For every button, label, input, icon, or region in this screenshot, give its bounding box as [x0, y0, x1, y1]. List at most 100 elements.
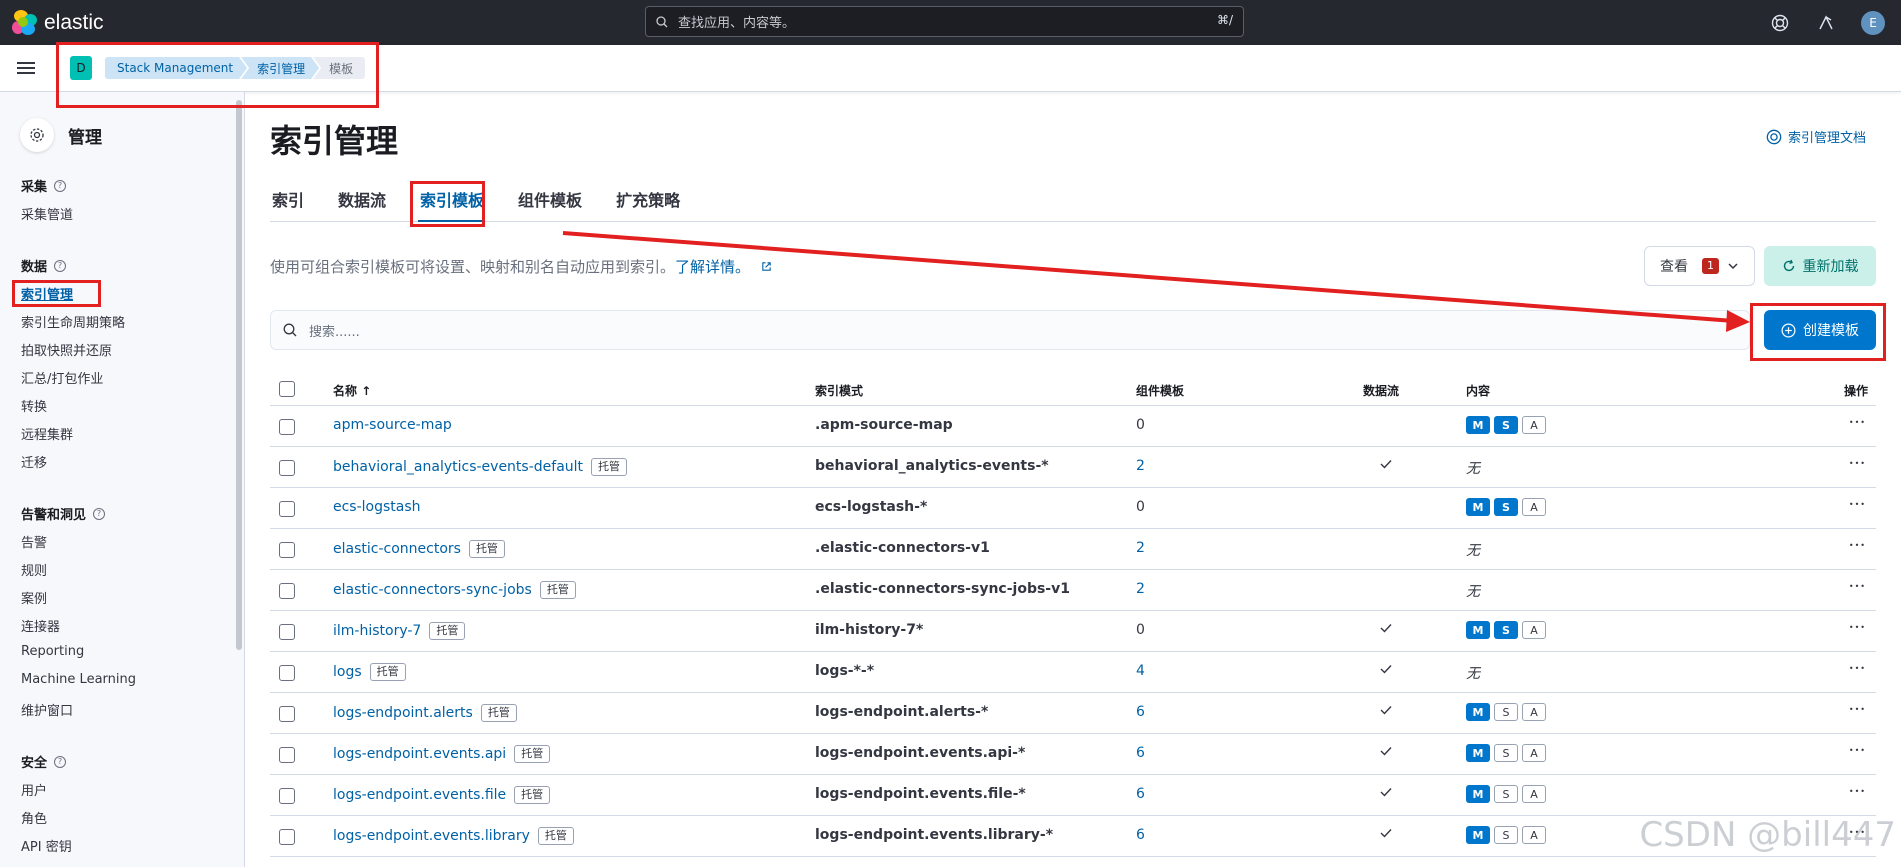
help-icon	[1766, 129, 1782, 144]
tab-component-templates[interactable]: 组件模板	[516, 184, 582, 222]
component-count[interactable]: 4	[1136, 663, 1145, 679]
table-row[interactable]: ecs-logstash ecs-logstash-* 0 M S A •••	[270, 488, 1876, 529]
template-name-link[interactable]: apm-source-map	[333, 417, 452, 433]
view-filter-button[interactable]: 查看 1	[1644, 246, 1755, 286]
template-name-link[interactable]: logs-endpoint.events.file	[333, 787, 506, 803]
index-pattern-cell: .apm-source-map	[815, 417, 953, 433]
question-icon[interactable]: ?	[93, 507, 106, 520]
component-count[interactable]: 2	[1136, 458, 1145, 474]
row-actions-icon[interactable]: •••	[1849, 664, 1866, 673]
tab-data-streams[interactable]: 数据流	[336, 184, 386, 222]
row-actions-icon[interactable]: •••	[1849, 500, 1866, 509]
select-all-checkbox[interactable]	[279, 381, 295, 397]
index-pattern-cell: logs-endpoint.events.api-*	[815, 745, 1026, 761]
row-checkbox[interactable]	[279, 419, 295, 435]
table-row[interactable]: logs-endpoint.alerts 托管 logs-endpoint.aler…	[270, 693, 1876, 734]
row-checkbox[interactable]	[279, 788, 295, 804]
docs-link[interactable]: 索引管理文档	[1766, 127, 1866, 146]
tab-indices[interactable]: 索引	[270, 184, 304, 222]
content-none: 无	[1466, 666, 1480, 682]
sidebar-item[interactable]: 迁移	[21, 452, 47, 471]
question-icon[interactable]: ?	[54, 259, 67, 272]
global-search-input[interactable]: 查找应用、内容等。 ⌘/	[645, 6, 1244, 37]
component-count[interactable]: 2	[1136, 540, 1145, 556]
column-components-header: 组件模板	[1136, 384, 1185, 398]
column-name-header[interactable]: 名称 ↑	[333, 382, 371, 399]
table-row[interactable]: logs-endpoint.events.library 托管 logs-endpo…	[270, 816, 1876, 857]
sidebar-item[interactable]: 远程集群	[21, 424, 73, 443]
component-count[interactable]: 6	[1136, 704, 1145, 720]
template-name-link[interactable]: logs-endpoint.events.api	[333, 746, 506, 762]
row-checkbox[interactable]	[279, 460, 295, 476]
sidebar-item[interactable]: API 密钥	[21, 836, 72, 855]
table-row[interactable]: elastic-connectors 托管 .elastic-connectors-…	[270, 529, 1876, 570]
tab-enrich-policies[interactable]: 扩充策略	[614, 184, 680, 222]
reload-button[interactable]: 重新加载	[1764, 246, 1876, 286]
row-actions-icon[interactable]: •••	[1849, 705, 1866, 714]
row-checkbox[interactable]	[279, 829, 295, 845]
component-count[interactable]: 2	[1136, 581, 1145, 597]
table-row[interactable]: logs 托管 logs-*-* 4 无 •••	[270, 652, 1876, 693]
row-actions-icon[interactable]: •••	[1849, 541, 1866, 550]
template-name-link[interactable]: ilm-history-7	[333, 623, 421, 639]
sidebar-item[interactable]: 角色	[21, 808, 47, 827]
table-row[interactable]: apm-source-map .apm-source-map 0 M S A •••	[270, 406, 1876, 447]
row-checkbox[interactable]	[279, 706, 295, 722]
menu-icon[interactable]	[17, 59, 35, 77]
table-row[interactable]: logs-endpoint.events.api 托管 logs-endpoint.…	[270, 734, 1876, 775]
sidebar-item[interactable]: 采集管道	[21, 204, 73, 223]
sidebar-item[interactable]: 告警	[21, 532, 47, 551]
row-actions-icon[interactable]: •••	[1849, 623, 1866, 632]
sidebar-item[interactable]: 案例	[21, 588, 47, 607]
template-name-link[interactable]: ecs-logstash	[333, 499, 421, 515]
table-row[interactable]: behavioral_analytics-events-default 托管 beh…	[270, 447, 1876, 488]
component-count[interactable]: 6	[1136, 745, 1145, 761]
sidebar-item[interactable]: Machine Learning	[21, 672, 136, 687]
row-actions-icon[interactable]: •••	[1849, 459, 1866, 468]
template-name-link[interactable]: logs-endpoint.alerts	[333, 705, 473, 721]
table-row[interactable]: elastic-connectors-sync-jobs 托管 .elastic-c…	[270, 570, 1876, 611]
sidebar-item[interactable]: Reporting	[21, 644, 84, 659]
row-actions-icon[interactable]: •••	[1849, 746, 1866, 755]
sidebar-item[interactable]: 汇总/打包作业	[21, 368, 103, 387]
sidebar-item[interactable]: 维护窗口	[21, 700, 73, 719]
help-icon[interactable]	[1769, 12, 1791, 34]
row-actions-icon[interactable]: •••	[1849, 418, 1866, 427]
user-avatar[interactable]: E	[1861, 10, 1885, 35]
row-checkbox[interactable]	[279, 542, 295, 558]
component-count[interactable]: 6	[1136, 786, 1145, 802]
table-row[interactable]: ilm-history-7 托管 ilm-history-7* 0 M S A •••	[270, 611, 1876, 652]
question-icon[interactable]: ?	[54, 179, 67, 192]
component-count[interactable]: 6	[1136, 827, 1145, 843]
template-search-input[interactable]: 搜索......	[270, 310, 1750, 350]
sidebar-scrollbar[interactable]	[236, 100, 242, 650]
table-row[interactable]: logs-endpoint.events.file 托管 logs-endpoint…	[270, 775, 1876, 816]
sidebar-group-1: 数据?	[21, 256, 67, 275]
elastic-logo[interactable]: elastic	[12, 9, 104, 36]
question-icon[interactable]: ?	[54, 755, 67, 768]
row-checkbox[interactable]	[279, 501, 295, 517]
row-actions-icon[interactable]: •••	[1849, 582, 1866, 591]
sidebar-item[interactable]: 拍取快照并还原	[21, 340, 112, 359]
news-feed-icon[interactable]	[1815, 12, 1837, 34]
sidebar-group-2: 告警和洞见?	[21, 504, 106, 523]
content-badge-s: S	[1494, 826, 1518, 844]
annotation-tab-box	[410, 181, 485, 227]
sidebar-item[interactable]: 索引生命周期策略	[21, 312, 125, 331]
sidebar-item[interactable]: 转换	[21, 396, 47, 415]
description-text: 使用可组合索引模板可将设置、映射和别名自动应用到索引。	[270, 258, 676, 276]
row-checkbox[interactable]	[279, 747, 295, 763]
template-name-link[interactable]: logs-endpoint.events.library	[333, 828, 530, 844]
template-name-link[interactable]: elastic-connectors-sync-jobs	[333, 582, 532, 598]
template-name-link[interactable]: logs	[333, 664, 362, 680]
row-checkbox[interactable]	[279, 665, 295, 681]
template-name-link[interactable]: behavioral_analytics-events-default	[333, 459, 583, 475]
sidebar-item[interactable]: 连接器	[21, 616, 60, 635]
row-checkbox[interactable]	[279, 583, 295, 599]
sidebar-item[interactable]: 规则	[21, 560, 47, 579]
row-actions-icon[interactable]: •••	[1849, 787, 1866, 796]
sidebar-item[interactable]: 用户	[21, 780, 47, 799]
template-name-link[interactable]: elastic-connectors	[333, 541, 461, 557]
row-checkbox[interactable]	[279, 624, 295, 640]
learn-more-link[interactable]: 了解详情。	[675, 258, 750, 276]
